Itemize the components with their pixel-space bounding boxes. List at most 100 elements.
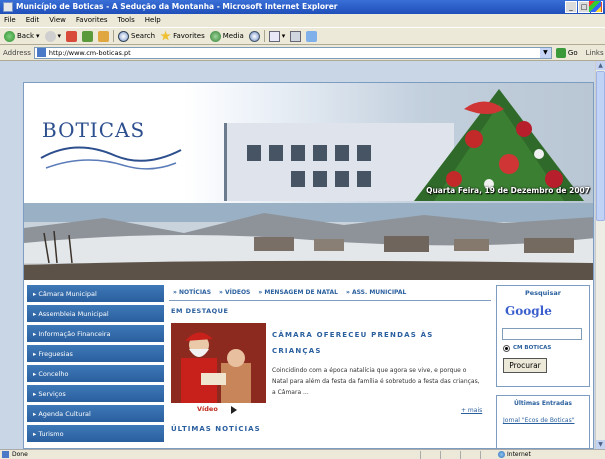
history-button[interactable]: [248, 29, 261, 43]
main-content: » NOTÍCIAS » VÍDEOS » MENSAGEM DE NATAL …: [169, 285, 491, 448]
status-text: Done: [12, 451, 28, 458]
links-button[interactable]: Links: [582, 49, 604, 57]
status-divider: [480, 451, 481, 459]
go-label: Go: [567, 48, 578, 57]
window-title-bar: Município de Boticas - A Sedução da Mont…: [0, 0, 605, 14]
vertical-scrollbar[interactable]: ▲ ▼: [595, 61, 605, 449]
building-window: [313, 145, 327, 161]
status-bar: Done Internet: [0, 449, 605, 459]
tab-label: MENSAGEM DE NATAL: [264, 288, 338, 296]
building-window: [269, 145, 283, 161]
go-button[interactable]: Go: [552, 47, 582, 58]
website-frame: BOTICAS Quarta Feira, 19 de Dezembro de …: [23, 82, 594, 449]
media-label: Media: [222, 32, 244, 40]
history-icon: [248, 30, 260, 42]
menu-help[interactable]: Help: [145, 14, 161, 27]
favorites-label: Favorites: [173, 32, 205, 40]
tab-noticias[interactable]: » NOTÍCIAS: [173, 289, 211, 296]
toolbar-divider: [113, 30, 115, 42]
google-logo: Google: [505, 304, 552, 318]
nav-turismo[interactable]: ▸ Turismo: [27, 425, 164, 443]
scroll-down-icon[interactable]: ▼: [596, 440, 605, 449]
zone-label: Internet: [507, 451, 531, 458]
status-divider: [460, 451, 461, 459]
address-label: Address: [3, 48, 31, 57]
chevron-down-icon: ▾: [57, 32, 62, 40]
media-button[interactable]: Media: [209, 29, 245, 43]
print-icon: [290, 30, 302, 42]
scroll-up-icon[interactable]: ▲: [596, 61, 605, 70]
more-link[interactable]: + mais: [461, 407, 482, 414]
christmas-tree-image: [414, 89, 584, 201]
nav-label: Turismo: [38, 430, 64, 438]
nav-informacao-financeira[interactable]: ▸ Informação Financeira: [27, 325, 164, 343]
village-panorama-image: [24, 203, 593, 280]
go-arrow-icon: [555, 47, 566, 58]
nav-agenda-cultural[interactable]: ▸ Agenda Cultural: [27, 405, 164, 423]
search-input[interactable]: [502, 328, 582, 340]
forward-arrow-icon: [44, 30, 56, 42]
nav-label: Informação Financeira: [38, 330, 111, 338]
minimize-button[interactable]: _: [565, 1, 577, 13]
building-window: [335, 171, 349, 187]
status-divider: [440, 451, 441, 459]
nav-concelho[interactable]: ▸ Concelho: [27, 365, 164, 383]
refresh-button[interactable]: [81, 29, 94, 43]
chevron-down-icon: ▾: [36, 32, 40, 40]
tab-videos[interactable]: » VÍDEOS: [219, 289, 250, 296]
address-input[interactable]: http://www.cm-boticas.pt ▼: [33, 46, 552, 59]
play-icon[interactable]: [231, 406, 237, 414]
back-arrow-icon: [4, 30, 15, 42]
forward-button[interactable]: ▾: [44, 29, 63, 43]
tabs-divider: [169, 300, 491, 301]
messenger-button[interactable]: [305, 29, 318, 43]
menu-view[interactable]: View: [49, 14, 66, 27]
menu-edit[interactable]: Edit: [26, 14, 40, 27]
toolbar: Back ▾ ▾ Search Favorites Media ▾: [0, 27, 605, 45]
messenger-icon: [306, 30, 318, 42]
latest-entry-link[interactable]: Jornal "Ecos de Boticas": [503, 416, 583, 425]
toolbar-divider: [263, 30, 265, 42]
tab-label: VÍDEOS: [225, 288, 251, 296]
nav-assembleia-municipal[interactable]: ▸ Assembleia Municipal: [27, 305, 164, 323]
home-button[interactable]: [97, 29, 110, 43]
news-headline[interactable]: CÂMARA OFERECEU PRENDAS ÀS CRIANÇAS: [272, 327, 482, 359]
chevron-down-icon[interactable]: ▼: [539, 47, 551, 58]
chevron-down-icon: ▾: [281, 32, 286, 40]
tab-ass-municipal[interactable]: » ASS. MUNICIPAL: [346, 289, 406, 296]
current-date: Quarta Feira, 19 de Dezembro de 2007: [426, 186, 590, 195]
back-button[interactable]: Back ▾: [3, 29, 41, 43]
refresh-icon: [82, 30, 94, 42]
windows-logo-icon: [589, 1, 601, 12]
news-photo[interactable]: [171, 323, 266, 403]
nav-camara-municipal[interactable]: ▸ Câmara Municipal: [27, 285, 164, 303]
latest-entries-title: Últimas Entradas: [514, 400, 572, 407]
latest-entries-panel: Últimas Entradas Jornal "Ecos de Boticas…: [496, 395, 590, 448]
home-icon: [98, 30, 110, 42]
search-panel-title: Pesquisar: [524, 289, 561, 297]
address-bar: Address http://www.cm-boticas.pt ▼ Go Li…: [0, 45, 605, 61]
scroll-thumb[interactable]: [596, 71, 605, 221]
tab-mensagem-natal[interactable]: » MENSAGEM DE NATAL: [258, 289, 338, 296]
favorites-button[interactable]: Favorites: [159, 29, 206, 43]
mail-button[interactable]: ▾: [268, 29, 287, 43]
nav-servicos[interactable]: ▸ Serviços: [27, 385, 164, 403]
nav-freguesias[interactable]: ▸ Freguesias: [27, 345, 164, 363]
nav-label: Freguesias: [38, 350, 73, 358]
search-button[interactable]: Search: [117, 29, 156, 43]
search-submit-button[interactable]: Procurar: [503, 358, 547, 373]
stop-button[interactable]: [65, 29, 78, 43]
menu-tools[interactable]: Tools: [118, 14, 135, 27]
menu-file[interactable]: File: [4, 14, 16, 27]
nav-label: Assembleia Municipal: [38, 310, 109, 318]
google-logo-text: Google: [505, 304, 552, 318]
print-button[interactable]: [289, 29, 302, 43]
address-url: http://www.cm-boticas.pt: [48, 48, 131, 57]
nav-label: Agenda Cultural: [38, 410, 91, 418]
latest-news-title: ÚLTIMAS NOTÍCIAS: [171, 425, 261, 433]
building-window: [357, 171, 371, 187]
page-done-icon: [2, 451, 9, 458]
building-window: [291, 145, 305, 161]
video-link[interactable]: Vídeo: [197, 405, 218, 413]
menu-favorites[interactable]: Favorites: [76, 14, 108, 27]
